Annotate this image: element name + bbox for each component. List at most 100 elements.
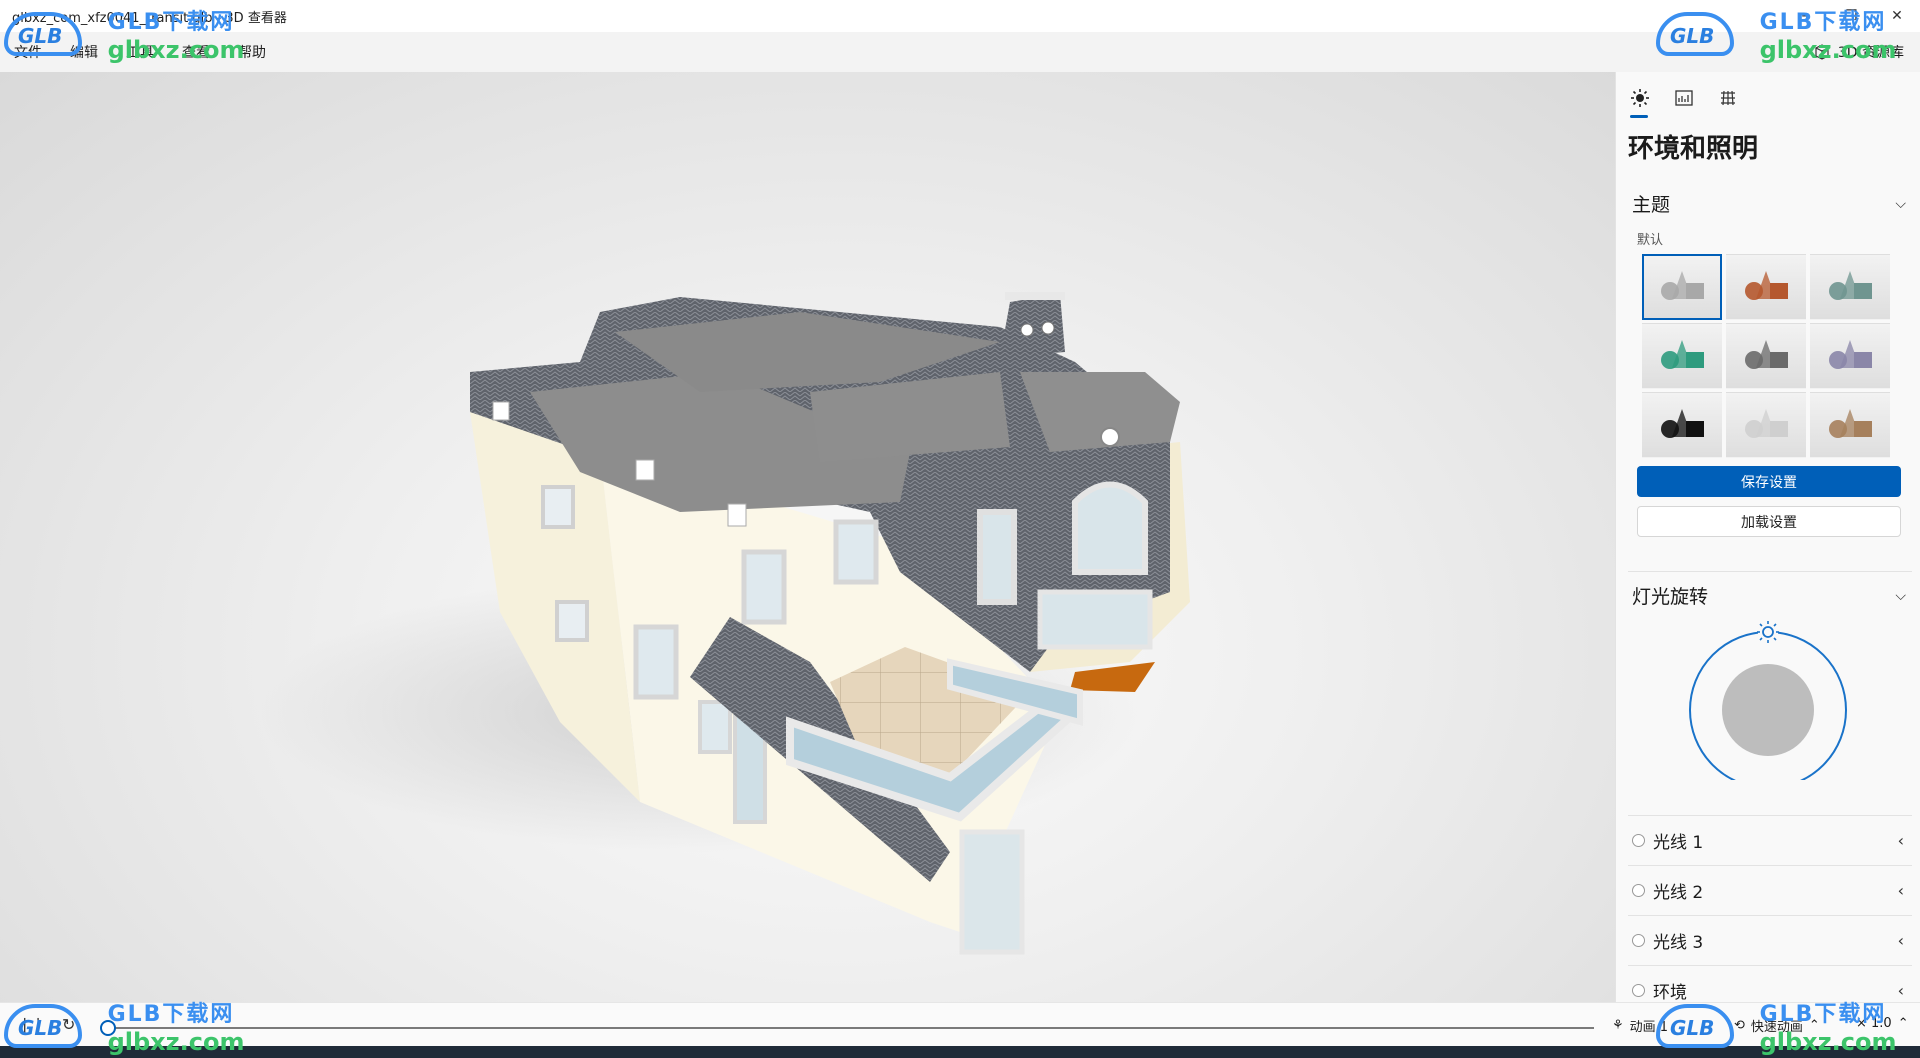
maximize-icon[interactable]: ❐ [1828, 0, 1874, 32]
title-bar: glbxz_com_xfz0041_transit.glb - 3D 查看器 –… [0, 0, 1920, 32]
theme-preview-icon [1829, 340, 1872, 369]
timeline-thumb[interactable] [100, 1020, 116, 1036]
3d-library-button[interactable]: 3D 资源库 [1814, 32, 1904, 72]
light-3-label: 光线 3 [1653, 932, 1704, 953]
menu-bar: 文件 编辑 工具 查看 帮助 3D 资源库 [0, 32, 1920, 73]
chevron-left-icon: ‹ [1897, 930, 1904, 950]
cube-spin-icon: ⟲ [1734, 1018, 1745, 1033]
bay-window [1037, 589, 1153, 650]
speed-selector[interactable]: × 1.0 ⌃ [1856, 1016, 1909, 1031]
quick-animation-label: 快速动画 [1750, 1020, 1803, 1035]
window [541, 485, 575, 529]
window [741, 549, 787, 625]
light-1-label: 光线 1 [1653, 832, 1704, 853]
quick-animation-button[interactable]: ⟲ 快速动画 ⌃ [1734, 1016, 1820, 1035]
window [633, 624, 679, 700]
light-3-row[interactable]: 光线 3 ‹ [1632, 916, 1912, 964]
theme-preview-icon [1829, 271, 1872, 300]
window [555, 600, 589, 642]
theme-thumbnail[interactable] [1810, 254, 1890, 320]
theme-preview-icon [1745, 340, 1788, 369]
chevron-down-icon: ⌵ [1895, 587, 1906, 604]
dormer-window [492, 401, 510, 421]
theme-thumbnail[interactable] [1726, 254, 1806, 320]
minimize-icon[interactable]: – [1782, 0, 1828, 32]
dormer-window [727, 503, 747, 527]
theme-thumbnail[interactable] [1726, 392, 1806, 458]
save-settings-button[interactable]: 保存设置 [1637, 466, 1901, 497]
light-2-radio[interactable] [1632, 883, 1645, 897]
theme-preview-icon [1661, 409, 1704, 438]
chevron-left-icon: ‹ [1897, 880, 1904, 900]
theme-thumbnail[interactable] [1726, 323, 1806, 389]
menu-edit[interactable]: 编辑 [56, 42, 112, 62]
theme-thumbnail[interactable] [1642, 323, 1722, 389]
light-rotation-dial[interactable] [1688, 620, 1848, 780]
light-2-row[interactable]: 光线 2 ‹ [1632, 866, 1912, 914]
animation-selector[interactable]: ⚘ 动画 1 [1612, 1016, 1668, 1035]
chimney-vent [1041, 321, 1055, 335]
chevron-up-icon: ⌃ [1808, 1018, 1820, 1033]
theme-section-header[interactable]: 主题 ⌵ [1632, 190, 1912, 217]
light-1-radio[interactable] [1632, 833, 1645, 847]
environment-row[interactable]: 环境 ‹ [1632, 966, 1912, 1002]
environment-label: 环境 [1653, 982, 1687, 1003]
3d-viewport[interactable] [0, 72, 1615, 1002]
3d-library-label: 3D 资源库 [1837, 45, 1904, 61]
menu-help[interactable]: 帮助 [224, 42, 280, 62]
close-icon[interactable]: ✕ [1874, 0, 1920, 32]
theme-thumbnail[interactable] [1642, 254, 1722, 320]
taskbar [0, 1046, 1920, 1058]
theme-default-label: 默认 [1637, 233, 1664, 248]
chevron-left-icon: ‹ [1897, 980, 1904, 1000]
loop-icon[interactable]: ↻ [62, 1015, 75, 1034]
menu-tools[interactable]: 工具 [112, 42, 168, 62]
cube-icon [1815, 44, 1829, 60]
chevron-left-icon: ‹ [1897, 830, 1904, 850]
window [833, 519, 879, 585]
window-title: glbxz_com_xfz0041_transit.glb - 3D 查看器 [12, 11, 287, 26]
timeline-track[interactable] [108, 1027, 1594, 1029]
tab-lighting[interactable] [1628, 82, 1652, 118]
light-1-row[interactable]: 光线 1 ‹ [1632, 816, 1912, 864]
sun-icon [1631, 89, 1649, 107]
bay-window [977, 509, 1017, 605]
window [698, 700, 732, 754]
animation-timeline: ❘❘ ↻ ⚘ 动画 1 ⟲ 快速动画 ⌃ × 1.0 ⌃ [0, 1002, 1920, 1047]
arched-window [1072, 481, 1148, 575]
light-3-radio[interactable] [1632, 933, 1645, 947]
dial-sphere [1722, 664, 1814, 756]
panel-title: 环境和照明 [1628, 134, 1759, 164]
chimney-cap [1005, 292, 1065, 300]
run-icon: ⚘ [1612, 1018, 1624, 1033]
animation-label: 动画 1 [1629, 1020, 1669, 1035]
tab-stats[interactable] [1672, 82, 1696, 114]
sun-handle-icon[interactable] [1757, 621, 1779, 643]
dormer-window [635, 459, 655, 481]
chimney-vent [1020, 323, 1034, 337]
load-settings-button[interactable]: 加载设置 [1637, 506, 1901, 537]
chevron-down-icon: ⌵ [1895, 195, 1906, 212]
house-model [260, 292, 1190, 955]
theme-thumbnail[interactable] [1810, 392, 1890, 458]
theme-preview-icon [1745, 271, 1788, 300]
theme-grid [1642, 254, 1890, 458]
tab-grid[interactable] [1716, 82, 1740, 114]
theme-thumbnail[interactable] [1642, 392, 1722, 458]
light-rotation-header[interactable]: 灯光旋转 ⌵ [1632, 582, 1912, 609]
light-rotation-label: 灯光旋转 [1632, 586, 1709, 608]
grid-icon [1721, 90, 1735, 106]
pause-icon[interactable]: ❘❘ [18, 1015, 45, 1034]
menu-file[interactable]: 文件 [0, 42, 56, 62]
theme-preview-icon [1745, 409, 1788, 438]
stats-icon [1675, 90, 1693, 106]
theme-preview-icon [1661, 271, 1704, 300]
theme-thumbnail[interactable] [1810, 323, 1890, 389]
theme-preview-icon [1661, 340, 1704, 369]
environment-panel: 环境和照明 主题 ⌵ 默认 保存设置 加载设置 灯光旋转 ⌵ 光线 1 ‹ 光线… [1615, 72, 1920, 1002]
menu-view[interactable]: 查看 [168, 42, 224, 62]
french-door [959, 829, 1025, 955]
oculus-window [1100, 427, 1120, 447]
environment-radio[interactable] [1632, 983, 1645, 997]
divider [1628, 571, 1912, 572]
